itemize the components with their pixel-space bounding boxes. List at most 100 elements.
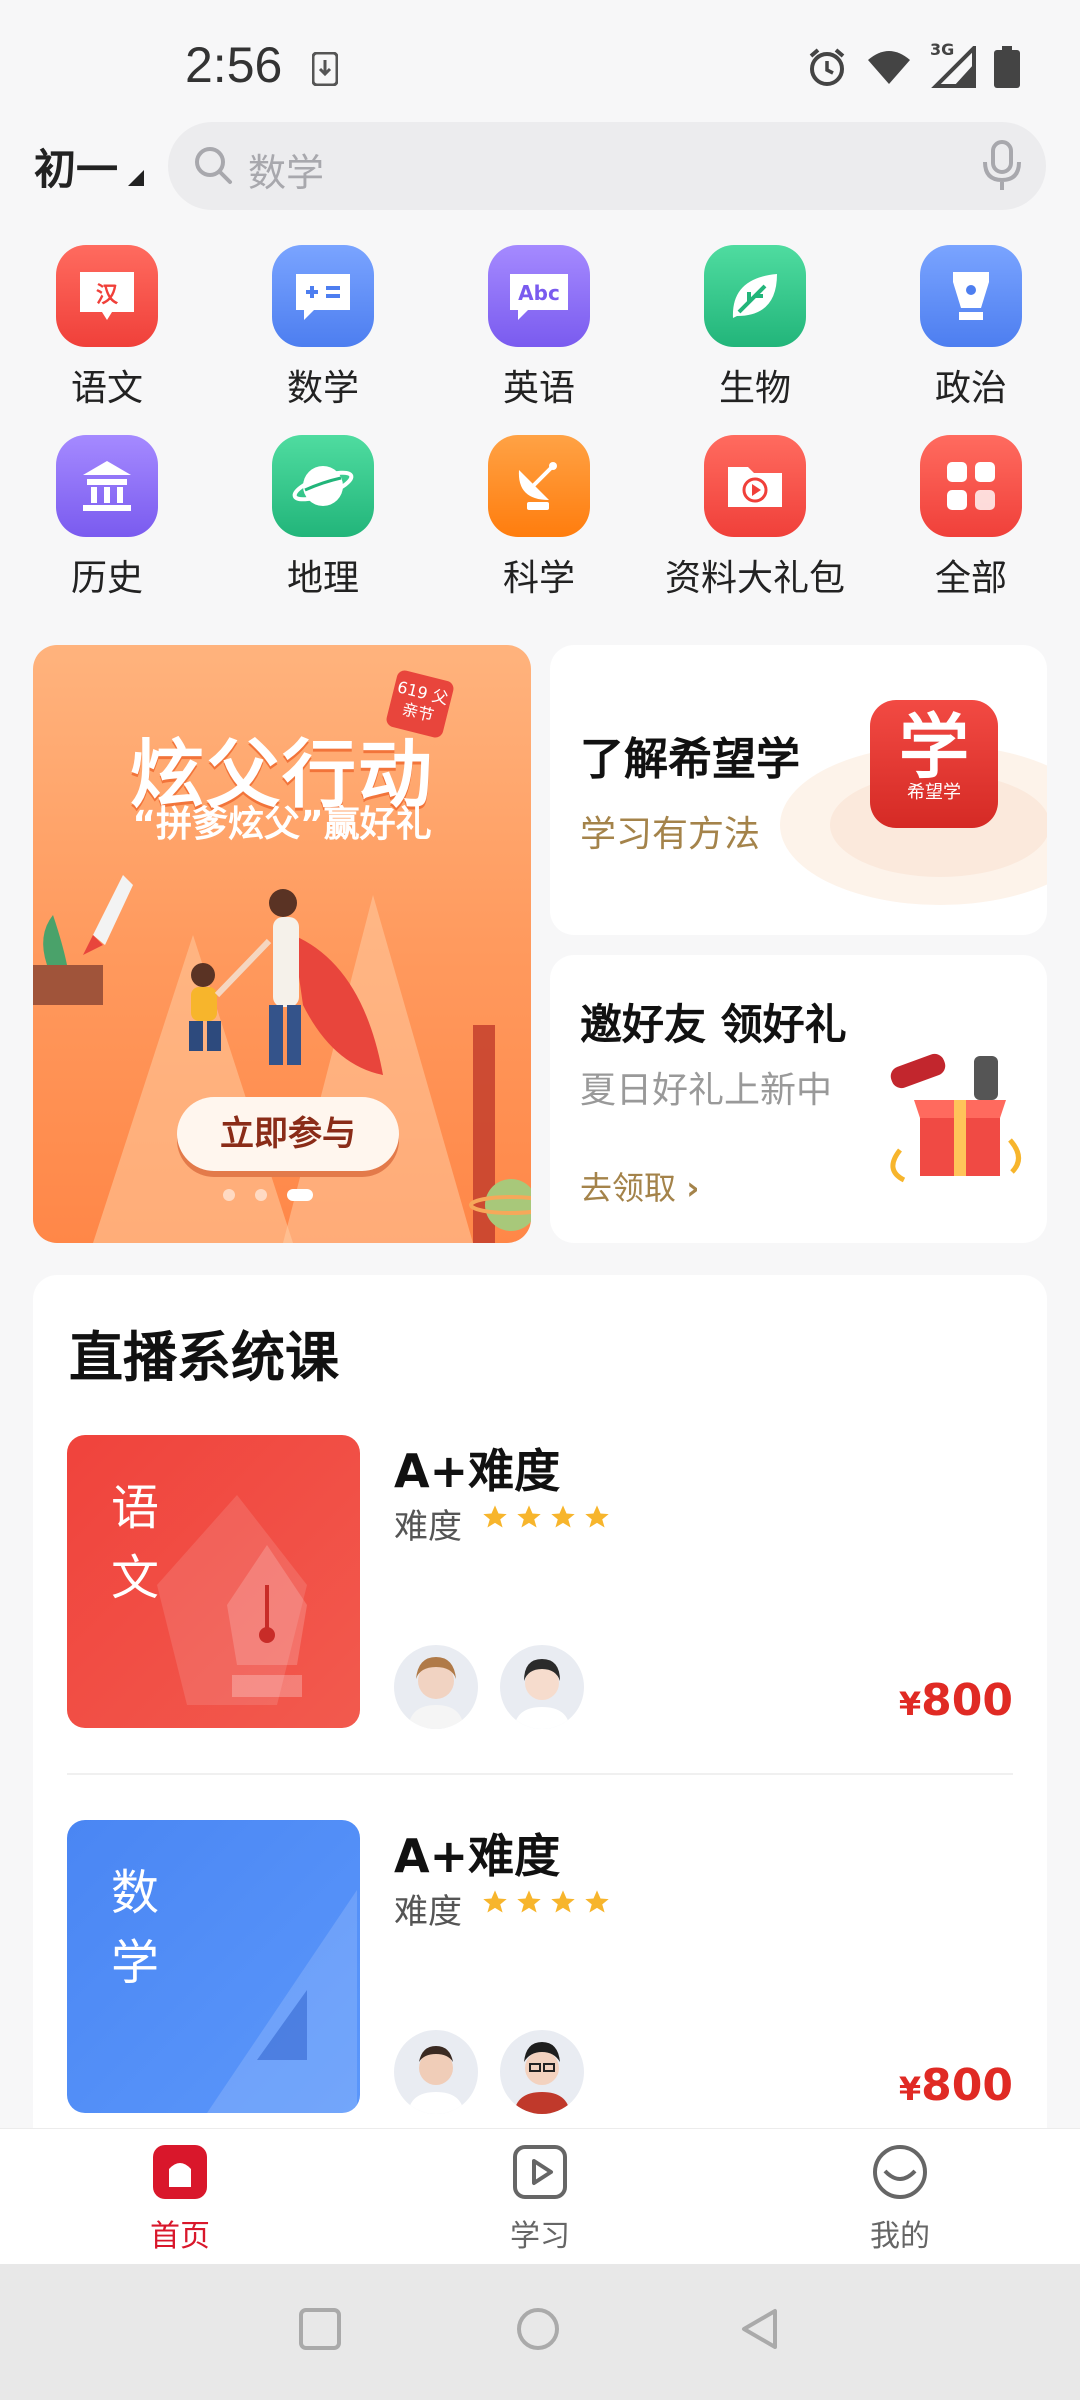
logo-glyph: 学 <box>899 706 969 788</box>
search-bar[interactable]: 数学 <box>168 122 1046 210</box>
course-name: A+难度 <box>394 1444 561 1498</box>
pen-nib-icon <box>920 245 1022 347</box>
search-placeholder: 数学 <box>248 151 325 195</box>
star-icon <box>517 1890 541 1913</box>
course-item[interactable]: 语文 A+难度 难度 ¥800 <box>33 1435 1047 1765</box>
abc-chat-icon: Abc <box>488 245 590 347</box>
subject-label: 全部 <box>934 558 1007 599</box>
subject-materials[interactable]: 资料大礼包 <box>665 435 845 601</box>
subject-math[interactable]: 数学 <box>233 245 413 411</box>
difficulty-stars <box>481 1503 611 1531</box>
subject-all[interactable]: 全部 <box>881 435 1061 601</box>
course-cover: 数学 <box>67 1820 360 2113</box>
battery-icon <box>994 46 1020 88</box>
subject-label: 地理 <box>286 558 359 599</box>
grid-icon <box>920 435 1022 537</box>
course-item[interactable]: 数学 A+难度 难度 ¥800 <box>33 1820 1047 2150</box>
xiwangxue-logo: 学 希望学 <box>870 700 998 828</box>
star-icon <box>585 1890 609 1913</box>
promo-banner[interactable]: 619 父亲节 炫父行动 “拼爹炫父”赢好礼 立即参与 <box>33 645 531 1243</box>
math-chat-icon <box>272 245 374 347</box>
play-icon <box>513 2145 567 2199</box>
wifi-icon <box>868 51 910 84</box>
leaf-icon <box>704 245 806 347</box>
subject-label: 语文 <box>70 368 143 409</box>
recent-apps-icon[interactable] <box>297 2306 343 2352</box>
alarm-icon <box>809 48 845 86</box>
star-icon <box>551 1890 575 1913</box>
subject-label: 生物 <box>718 368 791 409</box>
subject-chinese[interactable]: 汉 语文 <box>17 245 197 411</box>
card-subtitle: 学习有方法 <box>580 814 761 855</box>
banner-subtitle: “拼爹炫父”赢好礼 <box>132 804 432 845</box>
caret-down-icon <box>128 170 144 186</box>
home-icon <box>153 2145 207 2199</box>
status-bar: 2:56 3G <box>0 0 1080 120</box>
system-nav-bar <box>0 2264 1080 2400</box>
course-divider <box>67 1773 1013 1775</box>
course-price: ¥800 <box>899 1675 1013 1726</box>
currency-symbol: ¥ <box>898 1685 922 1723</box>
planet-icon <box>272 435 374 537</box>
teacher-avatar <box>500 1645 584 1729</box>
invite-friends-card[interactable]: 邀好友 领好礼 夏日好礼上新中 去领取 › <box>550 955 1047 1243</box>
svg-text:汉: 汉 <box>96 283 119 308</box>
tab-home[interactable]: 首页 <box>110 2143 250 2255</box>
carousel-dot <box>255 1189 267 1201</box>
subject-science[interactable]: 科学 <box>449 435 629 601</box>
carousel-dot-active <box>287 1189 313 1201</box>
microphone-icon[interactable] <box>980 140 1024 192</box>
card-title: 邀好友 领好礼 <box>580 1000 847 1049</box>
star-icon <box>483 1505 507 1528</box>
subject-english[interactable]: Abc 英语 <box>449 245 629 411</box>
star-icon <box>517 1505 541 1528</box>
join-now-button[interactable]: 立即参与 <box>177 1097 399 1171</box>
claim-link-label: 去领取 <box>580 1169 677 1207</box>
subject-label: 英语 <box>502 368 575 409</box>
bottom-tab-bar: 首页 学习 我的 <box>0 2128 1080 2264</box>
home-circle-icon[interactable] <box>515 2306 561 2352</box>
subject-politics[interactable]: 政治 <box>881 245 1061 411</box>
subject-biology[interactable]: 生物 <box>665 245 845 411</box>
subject-geography[interactable]: 地理 <box>233 435 413 601</box>
cover-subject: 语文 <box>110 1480 159 1606</box>
subject-history[interactable]: 历史 <box>17 435 197 601</box>
difficulty-label: 难度 <box>394 1892 462 1932</box>
difficulty-stars <box>481 1888 611 1916</box>
network-type: 3G <box>930 40 955 59</box>
status-icons: 3G <box>806 40 1020 90</box>
tab-label: 我的 <box>870 2219 930 2254</box>
teacher-avatar <box>500 2030 584 2114</box>
status-time: 2:56 <box>185 37 283 93</box>
about-xiwangxue-card[interactable]: 了解希望学 学习有方法 学 希望学 <box>550 645 1047 935</box>
subject-label: 数学 <box>286 368 359 409</box>
card-subtitle: 夏日好礼上新中 <box>580 1070 833 1111</box>
carousel-dot <box>223 1189 235 1201</box>
course-name: A+难度 <box>394 1829 561 1883</box>
course-price: ¥800 <box>899 2060 1013 2111</box>
video-folder-icon <box>704 435 806 537</box>
tab-label: 首页 <box>150 2219 210 2254</box>
carousel-indicator <box>223 1189 313 1201</box>
cover-subject: 数学 <box>110 1865 159 1991</box>
search-icon <box>195 147 232 184</box>
tab-study[interactable]: 学习 <box>470 2143 610 2255</box>
currency-symbol: ¥ <box>898 2070 922 2108</box>
grade-selector[interactable]: 初一 <box>34 136 118 197</box>
back-icon[interactable] <box>737 2306 783 2352</box>
subject-label: 历史 <box>70 558 143 599</box>
download-icon <box>312 52 338 86</box>
star-icon <box>585 1505 609 1528</box>
price-value: 800 <box>921 1675 1013 1726</box>
subject-label: 科学 <box>502 558 575 599</box>
difficulty-label: 难度 <box>394 1507 462 1547</box>
temple-icon <box>56 435 158 537</box>
svg-text:Abc: Abc <box>518 281 560 305</box>
claim-link[interactable]: 去领取 › <box>580 1163 699 1209</box>
subject-label: 政治 <box>934 368 1007 409</box>
tab-mine[interactable]: 我的 <box>830 2143 970 2255</box>
star-icon <box>551 1505 575 1528</box>
subject-label: 资料大礼包 <box>665 558 846 599</box>
price-value: 800 <box>921 2060 1013 2111</box>
course-cover: 语文 <box>67 1435 360 1728</box>
